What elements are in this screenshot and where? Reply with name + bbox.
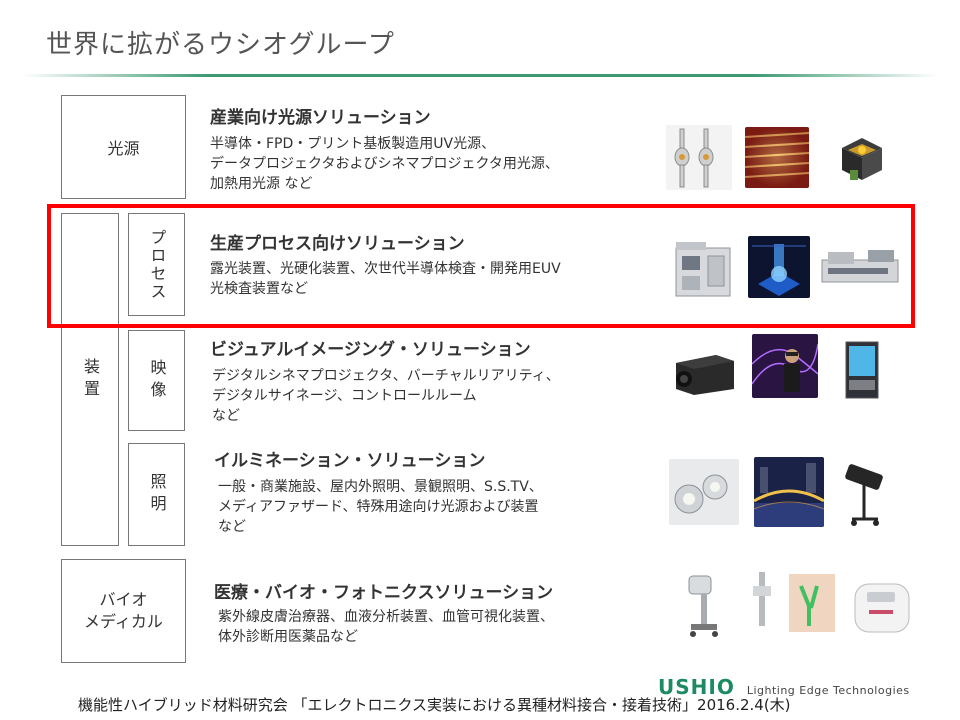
category-lighting: 照明 xyxy=(128,443,185,546)
title-underline xyxy=(22,74,938,77)
highlight-frame xyxy=(47,204,915,328)
section-title-industrial: 産業向け光源ソリューション xyxy=(210,108,431,128)
category-light-source: 光源 xyxy=(61,95,186,199)
light-source-module-image xyxy=(834,126,890,186)
category-equipment-label: 装置 xyxy=(81,357,100,402)
led-lamps-image xyxy=(669,459,739,525)
desc-line: 一般・商業施設、屋内外照明、景観照明、S.S.TV、 xyxy=(218,479,543,495)
desc-line: など xyxy=(212,408,240,424)
digital-signage-image xyxy=(838,340,886,402)
section-desc-imaging: デジタルシネマプロジェクタ、バーチャルリアリティ、 デジタルサイネージ、コントロ… xyxy=(212,366,560,426)
desc-line: 紫外線皮膚治療器、血液分析装置、血管可視化装置、 xyxy=(218,609,554,625)
category-imaging-label: 映像 xyxy=(147,358,167,403)
desc-line: デジタルサイネージ、コントロールルーム xyxy=(212,388,477,404)
category-lighting-label: 照明 xyxy=(147,472,167,517)
desc-line: メディアファザード、特殊用途向け光源および装置 xyxy=(218,499,539,515)
desc-line: 半導体・FPD・プリント基板製造用UV光源、 xyxy=(210,136,496,152)
section-title-illumination: イルミネーション・ソリューション xyxy=(214,451,486,471)
desc-line: データプロジェクタおよびシネマプロジェクタ用光源、 xyxy=(210,156,559,172)
section-title-imaging: ビジュアルイメージング・ソリューション xyxy=(210,340,531,360)
desc-line: 体外診断用医薬品など xyxy=(218,629,358,645)
heating-lamp-array-image xyxy=(745,127,809,188)
section-desc-illumination: 一般・商業施設、屋内外照明、景観照明、S.S.TV、 メディアファザード、特殊用… xyxy=(218,477,543,537)
category-bio-medical-label: バイオ メディカル xyxy=(84,590,163,631)
category-bio-medical: バイオ メディカル xyxy=(61,559,186,663)
section-desc-medical: 紫外線皮膚治療器、血液分析装置、血管可視化装置、 体外診断用医薬品など xyxy=(218,607,554,647)
bridge-illumination-image xyxy=(754,457,824,527)
blood-analyzer-image xyxy=(849,574,914,640)
phototherapy-device-image xyxy=(675,570,735,640)
footer-text: 機能性ハイブリッド材料研究会 「エレクトロニクス実装における異種材料接合・接着技… xyxy=(78,696,791,714)
vein-visualization-image xyxy=(749,566,841,636)
virtual-reality-image xyxy=(752,334,818,398)
desc-line: デジタルシネマプロジェクタ、バーチャルリアリティ、 xyxy=(212,368,560,384)
category-light-source-label: 光源 xyxy=(107,139,140,158)
spotlight-image xyxy=(838,459,894,529)
page-title: 世界に拡がるウシオグループ xyxy=(46,30,395,60)
desc-line: 加熱用光源 など xyxy=(210,176,313,192)
uv-lamps-image xyxy=(666,125,732,190)
cinema-projector-image xyxy=(670,345,740,400)
category-imaging: 映像 xyxy=(128,330,185,431)
section-title-medical: 医療・バイオ・フォトニクスソリューション xyxy=(214,583,554,603)
section-desc-industrial: 半導体・FPD・プリント基板製造用UV光源、 データプロジェクタおよびシネマプロ… xyxy=(210,134,559,194)
desc-line: など xyxy=(218,519,246,535)
